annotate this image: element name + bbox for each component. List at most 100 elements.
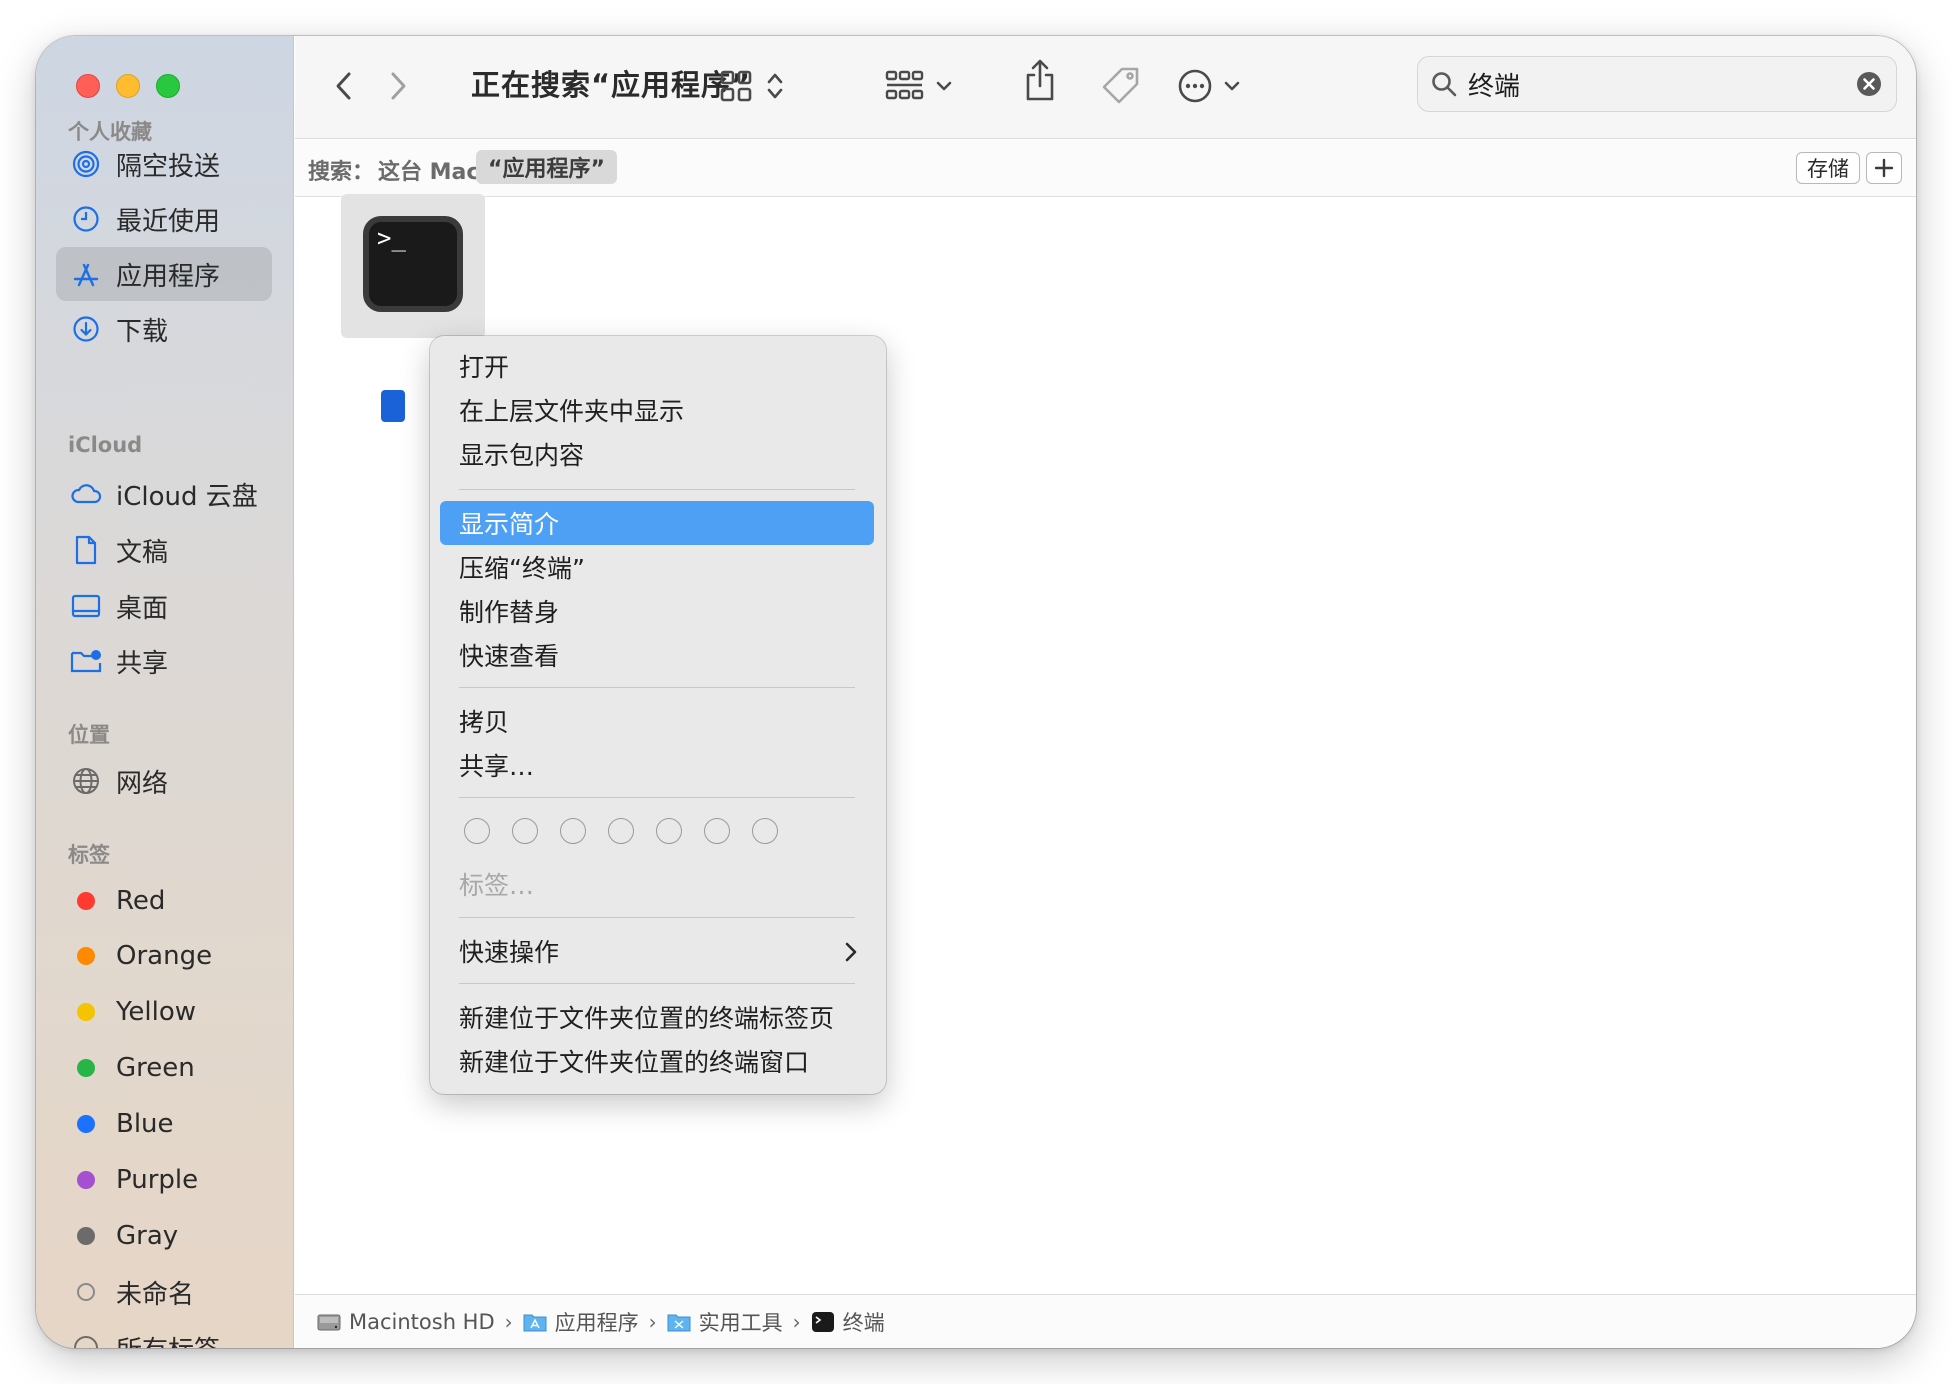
path-segment-macintosh-hd[interactable]: Macintosh HD — [317, 1310, 495, 1334]
path-segment-terminal[interactable]: 终端 — [811, 1307, 885, 1337]
menu-item-show-package-contents[interactable]: 显示包内容 — [440, 432, 874, 476]
menu-tag-circle[interactable] — [608, 818, 634, 844]
download-icon — [70, 313, 102, 345]
sidebar-tag-blue[interactable]: Blue — [56, 1097, 272, 1151]
menu-tag-circle[interactable] — [560, 818, 586, 844]
clear-search-button[interactable] — [1856, 71, 1882, 101]
menu-item-new-terminal-window[interactable]: 新建位于文件夹位置的终端窗口 — [440, 1039, 874, 1083]
sidebar-tag-untitled[interactable]: 未命名 — [56, 1265, 272, 1319]
menu-tag-circle[interactable] — [752, 818, 778, 844]
search-field[interactable]: 终端 — [1417, 56, 1897, 112]
group-by-button[interactable] — [885, 64, 953, 108]
sidebar-tag-orange[interactable]: Orange — [56, 929, 272, 983]
sidebar-item-label: 下载 — [116, 316, 169, 347]
menu-item-open[interactable]: 打开 — [440, 344, 874, 388]
file-name-label-selected[interactable] — [381, 390, 405, 422]
menu-tag-circle[interactable] — [512, 818, 538, 844]
file-item-terminal[interactable]: >_ — [341, 194, 485, 338]
path-segment-label: 应用程序 — [554, 1310, 639, 1335]
ellipsis-circle-icon — [1178, 69, 1212, 103]
toolbar: 正在搜索“应用程序” 终端 — [295, 36, 1916, 139]
sidebar-tag-all[interactable]: 所有标签… — [56, 1321, 272, 1348]
menu-tag-circle[interactable] — [704, 818, 730, 844]
sidebar-item-label: Gray — [116, 1221, 179, 1251]
chevron-left-icon — [336, 72, 351, 100]
cloud-icon — [70, 478, 102, 510]
sidebar-item-icloud-drive[interactable]: iCloud 云盘 — [56, 467, 272, 521]
chevron-right-icon — [845, 942, 857, 962]
menu-item-tags[interactable]: 标签… — [440, 862, 874, 906]
sidebar-item-label: iCloud 云盘 — [116, 481, 258, 512]
sidebar-tag-yellow[interactable]: Yellow — [56, 985, 272, 1039]
menu-item-get-info[interactable]: 显示简介 — [440, 501, 874, 545]
path-segment-utilities[interactable]: 实用工具 — [667, 1307, 783, 1337]
menu-item-show-in-enclosing-folder[interactable]: 在上层文件夹中显示 — [440, 388, 874, 432]
hard-drive-icon — [317, 1314, 341, 1330]
close-button[interactable] — [76, 74, 100, 98]
action-menu-button[interactable] — [1177, 64, 1241, 108]
clear-icon — [1857, 72, 1881, 96]
menu-item-compress[interactable]: 压缩“终端” — [440, 545, 874, 589]
tag-icon — [1102, 67, 1139, 104]
path-separator: › — [648, 1309, 657, 1334]
plus-icon — [1874, 158, 1894, 178]
save-search-button[interactable]: 存储 — [1796, 152, 1860, 184]
view-mode-button[interactable] — [719, 64, 785, 108]
forward-button[interactable] — [387, 64, 409, 108]
menu-item-share[interactable]: 共享… — [440, 743, 874, 787]
menu-item-make-alias[interactable]: 制作替身 — [440, 589, 874, 633]
tag-button[interactable] — [1101, 64, 1141, 108]
menu-tag-circle[interactable] — [656, 818, 682, 844]
search-scope-bar: 搜索： 这台 Mac “应用程序” 存储 — [295, 140, 1916, 197]
path-segment-applications[interactable]: 应用程序 — [523, 1307, 639, 1337]
tag-dot-orange — [77, 947, 95, 965]
sidebar-item-label: 网络 — [116, 768, 169, 799]
globe-icon — [70, 765, 102, 797]
sidebar-tag-green[interactable]: Green — [56, 1041, 272, 1095]
menu-item-quick-actions[interactable]: 快速操作 — [440, 929, 874, 973]
sidebar-tag-red[interactable]: Red — [56, 874, 272, 928]
all-tags-icon — [70, 1332, 102, 1348]
back-button[interactable] — [333, 64, 355, 108]
share-button[interactable] — [1023, 58, 1057, 102]
group-icon — [885, 70, 924, 100]
menu-separator — [459, 797, 855, 798]
menu-separator — [459, 489, 855, 490]
path-segment-label: Macintosh HD — [349, 1309, 495, 1334]
sidebar-item-shared[interactable]: 共享 — [56, 634, 272, 688]
sidebar-item-desktop[interactable]: 桌面 — [56, 579, 272, 633]
menu-item-quick-look[interactable]: 快速查看 — [440, 633, 874, 677]
desktop-icon — [70, 590, 102, 622]
sidebar-tag-gray[interactable]: Gray — [56, 1209, 272, 1263]
path-separator: › — [504, 1309, 513, 1334]
sidebar-item-recents[interactable]: 最近使用 — [56, 192, 272, 246]
search-icon — [1432, 72, 1457, 97]
minimize-button[interactable] — [116, 74, 140, 98]
finder-window: 个人收藏 隔空投送 最近使用 应用程序 下载 iCloud iCloud 云盘 … — [36, 36, 1916, 1348]
applications-icon — [70, 258, 102, 290]
sidebar-item-airdrop[interactable]: 隔空投送 — [56, 137, 272, 191]
shared-folder-icon — [70, 645, 102, 677]
sidebar-tag-purple[interactable]: Purple — [56, 1153, 272, 1207]
context-menu: 打开 在上层文件夹中显示 显示包内容 显示简介 压缩“终端” 制作替身 快速查看… — [430, 336, 886, 1094]
window-title: 正在搜索“应用程序” — [471, 68, 752, 102]
search-input[interactable]: 终端 — [1468, 66, 1520, 103]
scope-this-mac[interactable]: 这台 Mac — [378, 154, 479, 186]
sidebar-section-tags: 标签 — [68, 843, 110, 867]
zoom-button[interactable] — [156, 74, 180, 98]
terminal-app-icon: >_ — [363, 216, 463, 312]
sidebar-item-network[interactable]: 网络 — [56, 754, 272, 808]
menu-item-copy[interactable]: 拷贝 — [440, 699, 874, 743]
menu-tag-circle[interactable] — [464, 818, 490, 844]
sidebar-item-label: Red — [116, 886, 166, 916]
menu-item-new-terminal-tab[interactable]: 新建位于文件夹位置的终端标签页 — [440, 995, 874, 1039]
add-criteria-button[interactable] — [1866, 152, 1902, 184]
folder-icon — [667, 1314, 691, 1331]
tag-dot-red — [77, 892, 95, 910]
scope-applications[interactable]: “应用程序” — [476, 150, 617, 184]
sidebar-item-label: Purple — [116, 1165, 199, 1195]
sidebar-item-applications[interactable]: 应用程序 — [56, 247, 272, 301]
sidebar-item-documents[interactable]: 文稿 — [56, 523, 272, 577]
sidebar-item-downloads[interactable]: 下载 — [56, 302, 272, 356]
tag-dot-yellow — [77, 1003, 95, 1021]
